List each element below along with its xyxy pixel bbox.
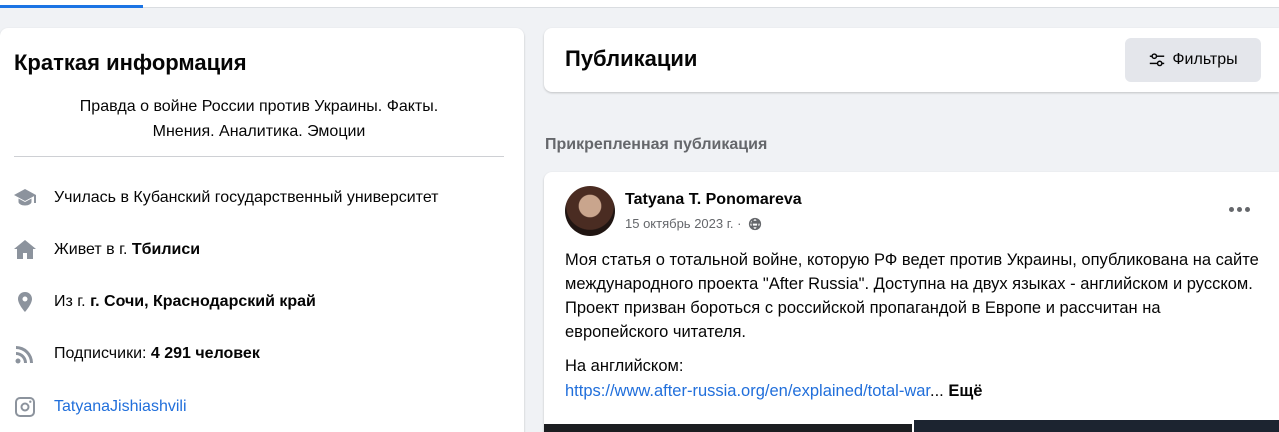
publications-title: Публикации bbox=[565, 46, 698, 71]
see-more-button[interactable]: Ещё bbox=[948, 382, 982, 400]
post-more-button[interactable] bbox=[1224, 197, 1254, 221]
bio-line: Мнения. Аналитика. Эмоции bbox=[152, 123, 366, 140]
post-date[interactable]: 15 октябрь 2023 г. · bbox=[625, 216, 745, 231]
pinned-post-card: Tatyana T. Ponomareva 15 октябрь 2023 г.… bbox=[544, 172, 1279, 432]
bio-line: Правда о войне России против Украины. Фа… bbox=[79, 98, 439, 115]
from-city[interactable]: г. Сочи, Краснодарский край bbox=[90, 293, 316, 311]
bio-text: Правда о войне России против Украины. Фа… bbox=[14, 94, 504, 144]
publications-header: Публикации Фильтры bbox=[544, 28, 1279, 92]
post-ellipsis: ... bbox=[930, 382, 949, 400]
post-media-left[interactable] bbox=[544, 424, 912, 432]
post-link[interactable]: https://www.after-russia.org/en/explaine… bbox=[565, 382, 930, 400]
more-dots-icon bbox=[1228, 206, 1234, 212]
followers-prefix: Подписчики: bbox=[54, 345, 151, 362]
instagram-icon bbox=[12, 394, 38, 420]
post-lang-label: На английском: bbox=[565, 357, 684, 375]
location-pin-icon bbox=[12, 289, 38, 315]
from-prefix: Из г. bbox=[54, 293, 91, 310]
lives-city[interactable]: Тбилиси bbox=[132, 241, 200, 259]
post-link-line: https://www.after-russia.org/en/explaine… bbox=[565, 382, 982, 401]
divider bbox=[14, 156, 504, 157]
post-media-right[interactable] bbox=[914, 420, 1279, 432]
post-meta: 15 октябрь 2023 г. · bbox=[625, 216, 762, 231]
intro-card: Краткая информация Правда о войне России… bbox=[0, 28, 524, 432]
rss-feed-icon bbox=[12, 341, 38, 367]
graduation-cap-icon bbox=[12, 185, 38, 211]
instagram-row[interactable]: TatyanaJishiashvili bbox=[12, 394, 187, 420]
lives-prefix: Живет в г. bbox=[54, 241, 132, 258]
pinned-post-label: Прикрепленная публикация bbox=[545, 136, 768, 153]
followers-count: 4 291 человек bbox=[150, 345, 260, 362]
author-avatar[interactable] bbox=[565, 186, 615, 236]
filters-button[interactable]: Фильтры bbox=[1125, 38, 1261, 82]
post-body-text: Моя статья о тотальной войне, которую РФ… bbox=[565, 251, 1259, 341]
education-row[interactable]: Училась в Кубанский государственный унив… bbox=[12, 185, 439, 211]
filters-label: Фильтры bbox=[1172, 51, 1238, 68]
home-icon bbox=[12, 237, 38, 263]
instagram-link[interactable]: TatyanaJishiashvili bbox=[54, 398, 187, 416]
globe-icon bbox=[748, 217, 762, 230]
post-author[interactable]: Tatyana T. Ponomareva bbox=[625, 191, 802, 209]
active-tab-indicator bbox=[0, 5, 143, 8]
profile-tabs-bar bbox=[0, 0, 1279, 8]
lives-row[interactable]: Живет в г. Тбилиси bbox=[12, 237, 200, 263]
intro-title: Краткая информация bbox=[14, 50, 247, 75]
followers-row[interactable]: Подписчики: 4 291 человек bbox=[12, 341, 260, 367]
education-text: Училась в Кубанский государственный унив… bbox=[54, 189, 439, 206]
filter-sliders-icon bbox=[1150, 53, 1165, 67]
from-row[interactable]: Из г. г. Сочи, Краснодарский край bbox=[12, 289, 316, 315]
